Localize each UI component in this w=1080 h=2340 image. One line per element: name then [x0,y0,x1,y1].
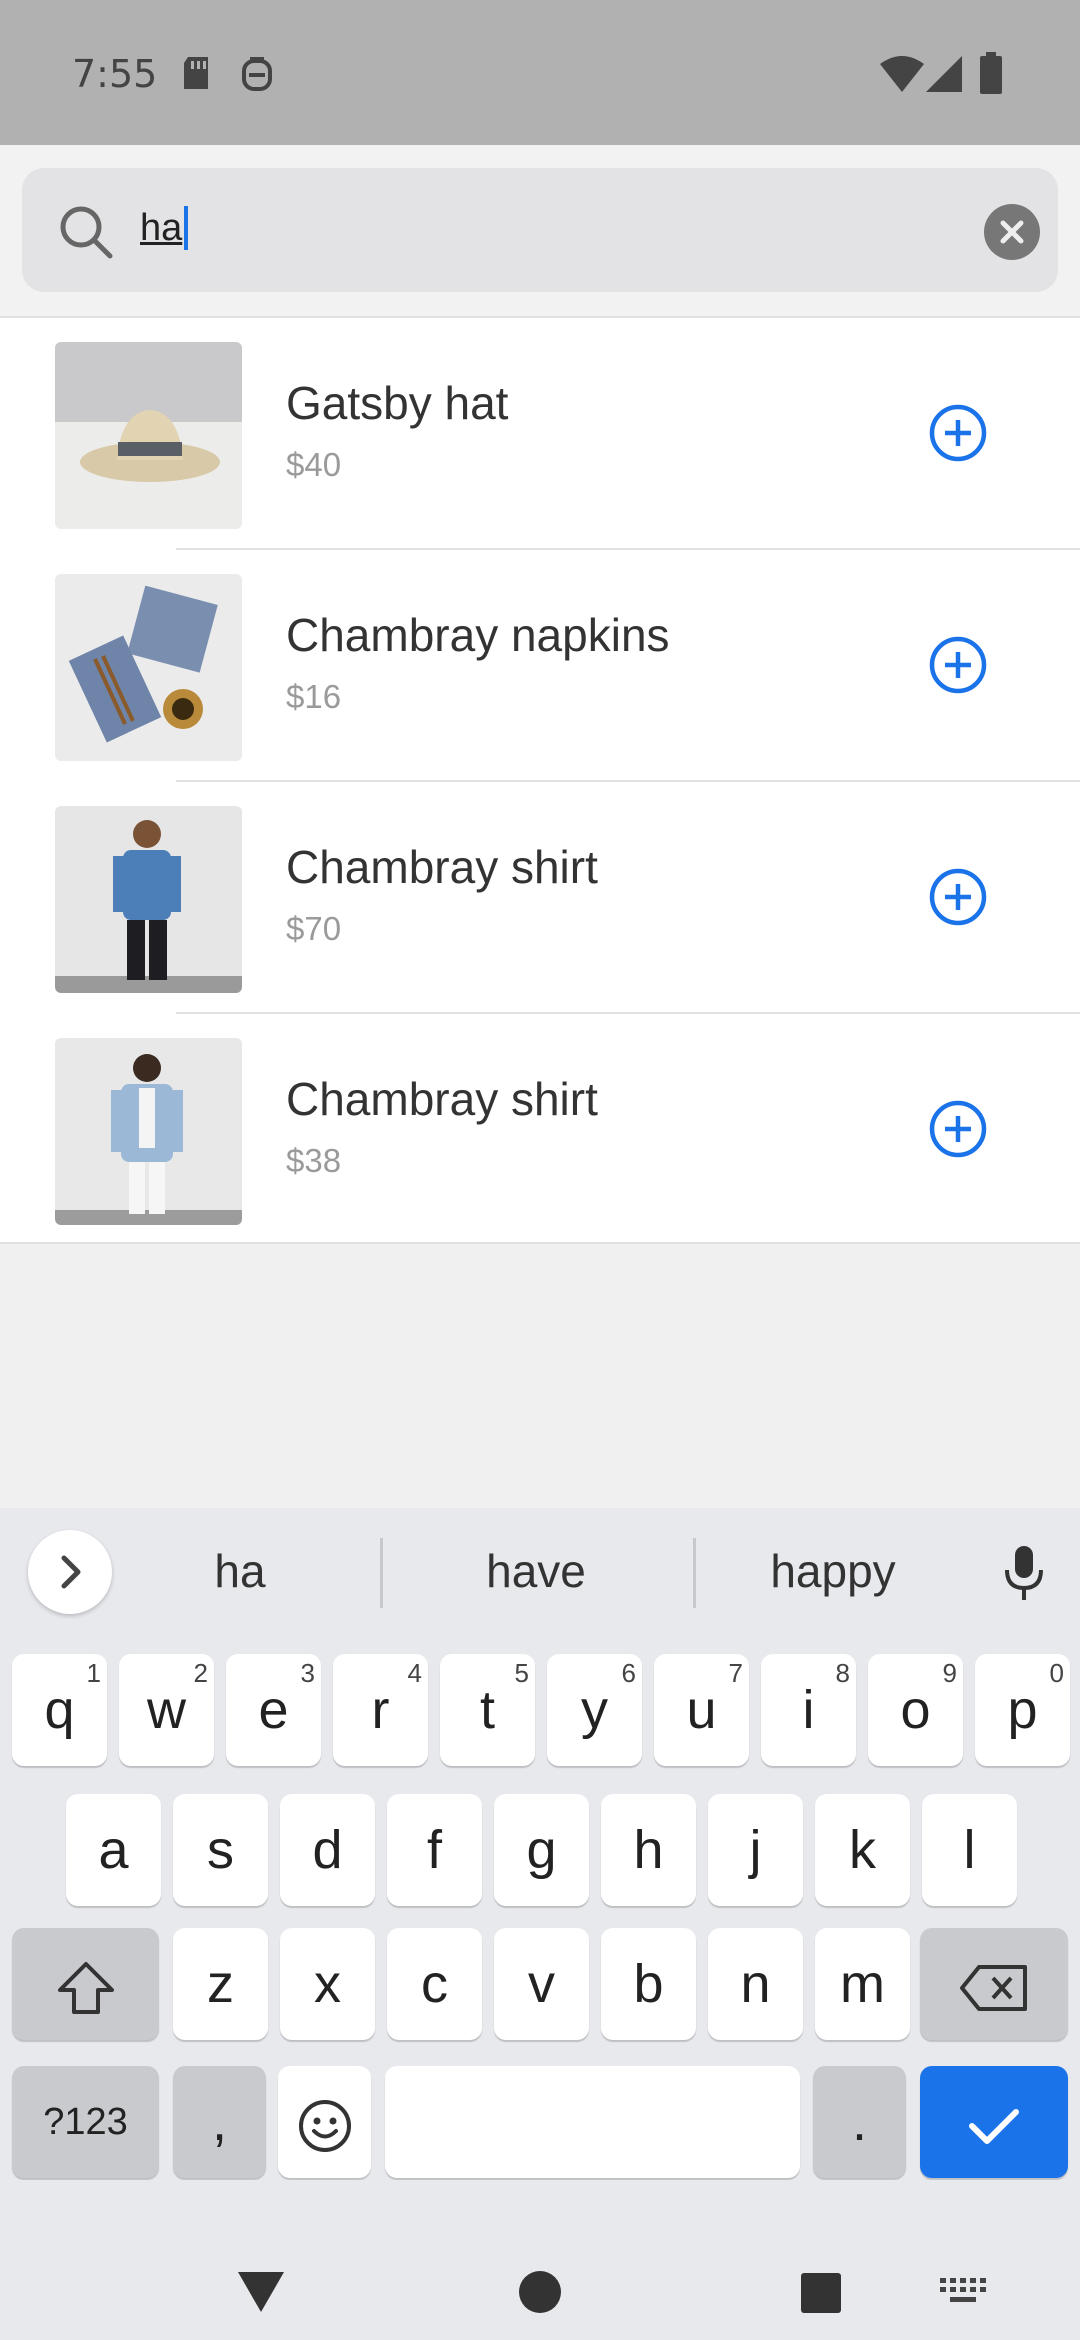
product-name: Gatsby hat [286,377,509,429]
product-price: $38 [286,1142,342,1179]
home-icon[interactable] [518,2270,562,2319]
list-item[interactable]: Gatsby hat $40 [0,318,1080,550]
signal-icon [926,56,962,97]
key-s[interactable]: s [173,1794,268,1906]
sd-card-icon [180,55,212,96]
key-j[interactable]: j [708,1794,803,1906]
key-f[interactable]: f [387,1794,482,1906]
shift-icon [57,1961,114,2014]
key-t[interactable]: t5 [440,1654,535,1766]
search-bar: ha [0,145,1080,316]
checkmark-icon [969,2108,1019,2144]
key-e[interactable]: e3 [226,1654,321,1766]
key-h[interactable]: h [601,1794,696,1906]
add-button[interactable] [928,1099,988,1164]
key-n[interactable]: n [708,1928,803,2040]
hand-icon [240,55,274,98]
period-key[interactable]: . [813,2066,906,2178]
add-button[interactable] [928,867,988,932]
key-o[interactable]: o9 [868,1654,963,1766]
key-i[interactable]: i8 [761,1654,856,1766]
add-button[interactable] [928,635,988,700]
clear-icon[interactable] [984,204,1040,265]
recents-icon[interactable] [800,2272,842,2319]
key-d[interactable]: d [280,1794,375,1906]
list-item[interactable]: Chambray shirt $70 [0,782,1080,1014]
suggestion-bar: ha have happy [0,1508,1080,1638]
battery-icon [980,52,1002,99]
search-input[interactable]: ha [140,206,189,250]
key-c[interactable]: c [387,1928,482,2040]
napkins-thumbnail [55,574,242,761]
key-a[interactable]: a [66,1794,161,1906]
wifi-icon [880,56,924,97]
back-icon[interactable] [236,2270,286,2319]
emoji-key[interactable] [278,2066,371,2178]
space-key[interactable] [385,2066,800,2178]
search-field[interactable]: ha [22,168,1058,292]
mens-shirt-thumbnail [55,806,242,993]
product-name: Chambray shirt [286,841,598,893]
results-list: Gatsby hat $40 Chambray napkins $16 Cham… [0,316,1080,1244]
product-price: $16 [286,678,342,715]
list-item[interactable]: Chambray shirt $38 [0,1014,1080,1246]
key-z[interactable]: z [173,1928,268,2040]
product-name: Chambray napkins [286,609,670,661]
key-k[interactable]: k [815,1794,910,1906]
key-l[interactable]: l [922,1794,1017,1906]
divider [380,1538,383,1608]
suggestion[interactable]: ha [100,1544,380,1598]
status-bar: 7:55 [0,0,1080,145]
backspace-icon [960,1964,1027,2011]
enter-key[interactable] [920,2066,1068,2178]
key-u[interactable]: u7 [654,1654,749,1766]
text-cursor [184,206,189,250]
key-g[interactable]: g [494,1794,589,1906]
list-item[interactable]: Chambray napkins $16 [0,550,1080,782]
product-price: $70 [286,910,342,947]
navigation-bar [0,2180,1080,2340]
key-x[interactable]: x [280,1928,375,2040]
key-y[interactable]: y6 [547,1654,642,1766]
key-m[interactable]: m [815,1928,910,2040]
hat-thumbnail [55,342,242,529]
search-icon [58,204,114,265]
key-v[interactable]: v [494,1928,589,2040]
key-q[interactable]: q1 [12,1654,107,1766]
shift-key[interactable] [12,1928,159,2040]
key-p[interactable]: p0 [975,1654,1070,1766]
key-b[interactable]: b [601,1928,696,2040]
product-price: $40 [286,446,342,483]
status-time: 7:55 [72,52,158,96]
key-r[interactable]: r4 [333,1654,428,1766]
comma-key[interactable]: , [173,2066,266,2178]
suggestion[interactable]: have [396,1544,676,1598]
backspace-key[interactable] [920,1928,1068,2040]
key-w[interactable]: w2 [119,1654,214,1766]
mic-icon[interactable] [1002,1544,1046,1607]
product-name: Chambray shirt [286,1073,598,1125]
womens-shirt-thumbnail [55,1038,242,1225]
emoji-icon [298,2099,351,2152]
keyboard-switch-icon[interactable] [938,2276,988,2311]
add-button[interactable] [928,403,988,468]
suggestion[interactable]: happy [693,1544,973,1598]
symbols-key[interactable]: ?123 [12,2066,159,2178]
